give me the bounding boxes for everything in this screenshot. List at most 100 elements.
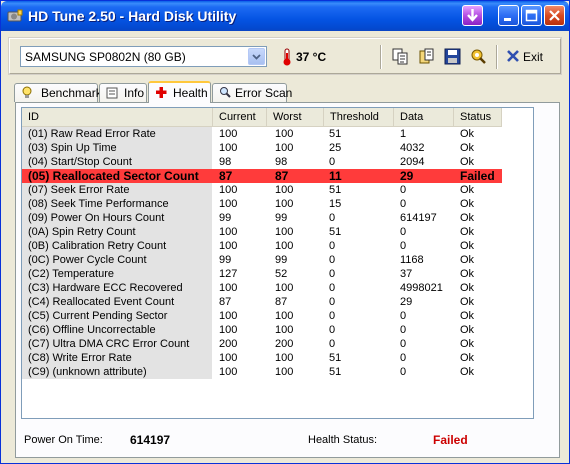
table-row[interactable]: (C3) Hardware ECC Recovered 100 100 0 499802… (22, 281, 502, 295)
attribute-id: (07) Seek Error Rate (22, 183, 212, 197)
smart-attribute-list[interactable]: ID Current Worst Threshold Data Status (… (21, 107, 534, 419)
save-icon[interactable] (444, 48, 461, 65)
table-row[interactable]: (C2) Temperature 127 52 0 37 Ok (22, 267, 502, 281)
column-header-status[interactable]: Status (454, 108, 502, 126)
close-icon (549, 10, 560, 21)
close-button[interactable] (544, 5, 565, 26)
table-row[interactable]: (04) Start/Stop Count 98 98 0 2094 Ok (22, 155, 502, 169)
tab-label: Info (124, 86, 145, 100)
worst-value: 100 (275, 198, 294, 210)
current-value: 100 (219, 198, 238, 210)
attribute-id: (C9) (unknown attribute) (22, 365, 212, 379)
copy-icon[interactable] (392, 48, 409, 65)
worst-value: 200 (275, 338, 294, 350)
table-row[interactable]: (01) Raw Read Error Rate 100 100 51 1 Ok (22, 127, 502, 141)
copy-all-icon[interactable] (418, 48, 435, 65)
table-row[interactable]: (0B) Calibration Retry Count 100 100 0 0 Ok (22, 239, 502, 253)
worst-value: 99 (275, 212, 288, 224)
threshold-value: 0 (329, 212, 336, 224)
worst-value: 100 (275, 282, 294, 294)
threshold-value: 0 (329, 310, 336, 322)
table-row[interactable]: (09) Power On Hours Count 99 99 0 614197 Ok (22, 211, 502, 225)
table-row[interactable]: (08) Seek Time Performance 100 100 15 0 Ok (22, 197, 502, 211)
chevron-down-icon[interactable] (248, 48, 265, 65)
threshold-value: 25 (329, 142, 342, 154)
column-header-worst[interactable]: Worst (267, 108, 324, 126)
lightbulb-icon (22, 86, 32, 98)
current-value: 100 (219, 142, 238, 154)
tab-info[interactable]: Info (99, 83, 147, 102)
minimize-button[interactable] (498, 5, 519, 26)
tab-label: Error Scan (235, 86, 293, 100)
table-row[interactable]: (C5) Current Pending Sector 100 100 0 0 Ok (22, 309, 502, 323)
current-value: 87 (219, 169, 233, 183)
raw-data-value: 4032 (400, 142, 425, 154)
table-row[interactable]: (C4) Reallocated Event Count 87 87 0 29 Ok (22, 295, 502, 309)
status-value: Ok (460, 338, 475, 350)
status-value: Ok (460, 282, 475, 294)
table-row[interactable]: (07) Seek Error Rate 100 100 51 0 Ok (22, 183, 502, 197)
current-value: 87 (219, 296, 232, 308)
maximize-button[interactable] (521, 5, 542, 26)
table-row[interactable]: (0C) Power Cycle Count 99 99 0 1168 Ok (22, 253, 502, 267)
status-value: Ok (460, 142, 475, 154)
attribute-id: (C2) Temperature (22, 267, 212, 281)
attribute-id: (05) Reallocated Sector Count (28, 169, 199, 183)
table-row[interactable]: (C8) Write Error Rate 100 100 51 0 Ok (22, 351, 502, 365)
table-row[interactable]: (05) Reallocated Sector Count 87 87 11 29 Fai… (22, 169, 502, 183)
threshold-value: 0 (329, 268, 336, 280)
window-title: HD Tune 2.50 - Hard Disk Utility (28, 8, 237, 24)
status-value: Ok (460, 198, 475, 210)
column-header-data[interactable]: Data (394, 108, 454, 126)
table-row[interactable]: (03) Spin Up Time 100 100 25 4032 Ok (22, 141, 502, 155)
attribute-id: (C4) Reallocated Event Count (22, 295, 212, 309)
current-value: 100 (219, 282, 238, 294)
attribute-id: (09) Power On Hours Count (22, 211, 212, 225)
status-value: Ok (460, 184, 475, 196)
column-header-threshold[interactable]: Threshold (324, 108, 394, 126)
status-value: Ok (460, 352, 475, 364)
threshold-value: 51 (329, 366, 342, 378)
current-value: 99 (219, 254, 232, 266)
status-value: Ok (460, 366, 475, 378)
tab-error-scan[interactable]: Error Scan (212, 83, 292, 102)
attribute-id: (C7) Ultra DMA CRC Error Count (22, 337, 212, 351)
column-header-current[interactable]: Current (213, 108, 267, 126)
status-value: Ok (460, 226, 475, 238)
status-value: Ok (460, 254, 475, 266)
drive-select[interactable]: SAMSUNG SP0802N (80 GB) (20, 46, 267, 67)
table-row[interactable]: (C9) (unknown attribute) 100 100 51 0 Ok (22, 365, 502, 379)
attribute-id: (03) Spin Up Time (22, 141, 212, 155)
current-value: 100 (219, 366, 238, 378)
power-on-time-value: 614197 (130, 433, 171, 447)
status-value: Ok (460, 268, 475, 280)
raw-data-value: 0 (400, 226, 407, 238)
status-value: Ok (460, 310, 475, 322)
threshold-value: 51 (329, 352, 342, 364)
threshold-value: 51 (329, 184, 342, 196)
current-value: 99 (219, 212, 232, 224)
attribute-id: (01) Raw Read Error Rate (22, 127, 212, 141)
tab-health[interactable]: Health (148, 81, 211, 103)
raw-data-value: 37 (400, 268, 413, 280)
attribute-id: (0A) Spin Retry Count (22, 225, 212, 239)
table-row[interactable]: (C7) Ultra DMA CRC Error Count 200 200 0 0 Ok (22, 337, 502, 351)
raw-data-value: 0 (400, 184, 407, 196)
raw-data-value: 0 (400, 352, 407, 364)
drive-select-value: SAMSUNG SP0802N (80 GB) (25, 50, 186, 64)
options-icon[interactable] (470, 48, 487, 65)
exit-label: Exit (523, 50, 544, 64)
worst-value: 100 (275, 226, 294, 238)
current-value: 100 (219, 352, 238, 364)
table-row[interactable]: (0A) Spin Retry Count 100 100 51 0 Ok (22, 225, 502, 239)
worst-value: 100 (275, 142, 294, 154)
raw-data-value: 4998021 (400, 282, 443, 294)
tab-benchmark[interactable]: Benchmark (14, 83, 102, 102)
worst-value: 87 (275, 169, 289, 183)
current-value: 100 (219, 226, 238, 238)
download-button[interactable] (462, 5, 483, 26)
raw-data-value: 0 (400, 198, 407, 210)
title-bar[interactable]: HD Tune 2.50 - Hard Disk Utility (1, 1, 569, 31)
column-header-id[interactable]: ID (22, 108, 213, 126)
table-row[interactable]: (C6) Offline Uncorrectable 100 100 0 0 Ok (22, 323, 502, 337)
